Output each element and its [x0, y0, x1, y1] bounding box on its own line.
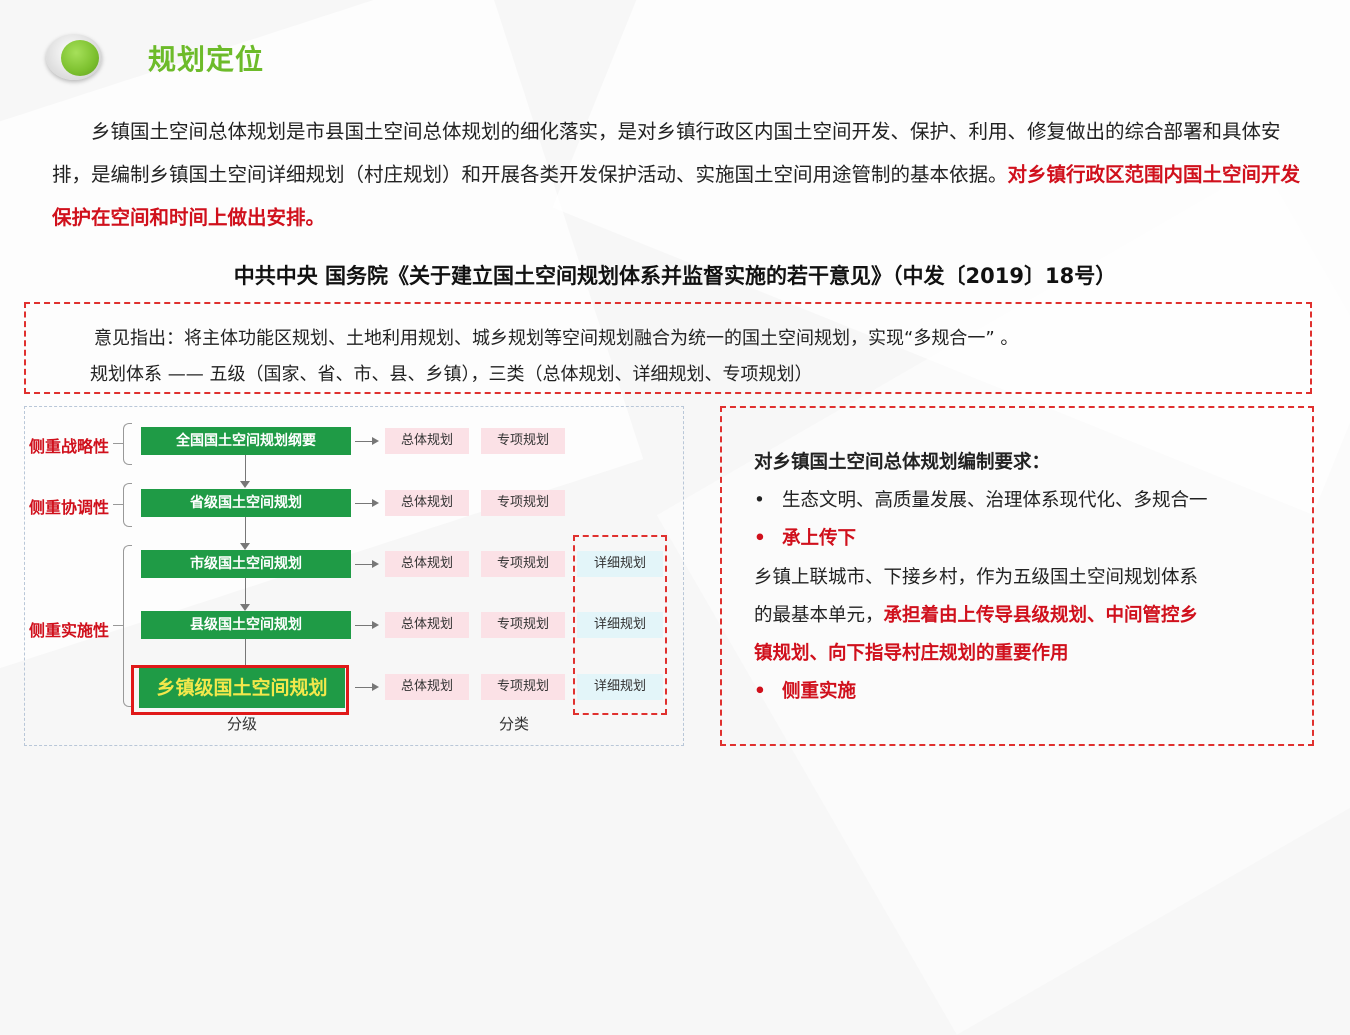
type-arrow: [355, 499, 379, 507]
overall-plan-box: 总体规划: [385, 428, 469, 454]
level-city: 市级国土空间规划: [141, 550, 351, 578]
special-plan-box: 专项规划: [481, 612, 565, 638]
special-plan-box: 专项规划: [481, 428, 565, 454]
brace-connector: [113, 443, 123, 444]
detailed-plan-box: 详细规划: [577, 612, 663, 638]
requirements-box: 对乡镇国土空间总体规划编制要求： • 生态文明、高质量发展、治理体系现代化、多规合…: [720, 406, 1314, 746]
bullet-icon: •: [754, 681, 766, 702]
type-arrow: [355, 437, 379, 445]
detailed-plan-box: 详细规划: [577, 551, 663, 577]
flow-line: [245, 517, 246, 545]
special-plan-box: 专项规划: [481, 674, 565, 700]
special-plan-box: 专项规划: [481, 490, 565, 516]
type-arrow: [355, 560, 379, 568]
brace: [123, 483, 132, 527]
flow-line: [245, 639, 246, 667]
brace: [123, 423, 132, 465]
caption-types: 分类: [499, 715, 530, 733]
requirement-paragraph: 的最基本单元，承担着由上传导县级规划、中间管控乡: [754, 605, 1199, 626]
overall-plan-box: 总体规划: [385, 674, 469, 700]
overall-plan-box: 总体规划: [385, 490, 469, 516]
opinion-box: 意见指出：将主体功能区规划、土地利用规划、城乡规划等空间规划融合为统一的国土空间…: [24, 302, 1312, 394]
level-county: 县级国土空间规划: [141, 611, 351, 639]
flow-line: [245, 578, 246, 606]
planning-system-diagram: 侧重战略性 侧重协调性 侧重实施性 全国国土空间规划纲要 省级国土空间规划 市级…: [24, 406, 684, 746]
requirement-item: • 生态文明、高质量发展、治理体系现代化、多规合一: [754, 490, 1208, 511]
requirement-item: • 承上传下: [754, 528, 857, 549]
flow-arrow: [240, 543, 250, 550]
flow-line: [245, 455, 246, 483]
overall-plan-box: 总体规划: [385, 612, 469, 638]
opinion-line-1: 意见指出：将主体功能区规划、土地利用规划、城乡规划等空间规划融合为统一的国土空间…: [94, 328, 1019, 349]
brace-connector: [113, 625, 123, 626]
document-title: 中共中央 国务院《关于建立国土空间规划体系并监督实施的若干意见》（中发〔2019…: [233, 264, 1117, 288]
detailed-plan-box: 详细规划: [577, 674, 663, 700]
type-arrow: [355, 621, 379, 629]
bullet-icon: •: [754, 528, 766, 549]
brace-connector: [113, 504, 123, 505]
overall-plan-box: 总体规划: [385, 551, 469, 577]
requirement-paragraph: 镇规划、向下指导村庄规划的重要作用: [754, 643, 1069, 664]
section-logo-icon: [46, 34, 104, 82]
opinion-line-2: 规划体系 —— 五级（国家、省、市、县、乡镇），三类（总体规划、详细规划、专项规…: [90, 364, 813, 385]
label-coordinative: 侧重协调性: [29, 498, 110, 517]
intro-paragraph: 乡镇国土空间总体规划是市县国土空间总体规划的细化落实，是对乡镇行政区内国土空间开…: [52, 110, 1304, 239]
bullet-icon: •: [754, 490, 765, 511]
label-strategic: 侧重战略性: [29, 437, 110, 456]
level-national: 全国国土空间规划纲要: [141, 427, 351, 455]
requirements-heading: 对乡镇国土空间总体规划编制要求：: [754, 452, 1051, 473]
special-plan-box: 专项规划: [481, 551, 565, 577]
level-provincial: 省级国土空间规划: [141, 489, 351, 517]
flow-arrow: [240, 481, 250, 488]
label-implementation: 侧重实施性: [29, 621, 110, 640]
requirement-item: • 侧重实施: [754, 681, 857, 702]
level-township: 乡镇级国土空间规划: [139, 668, 345, 708]
type-arrow: [355, 683, 379, 691]
flow-arrow: [240, 604, 250, 611]
requirement-paragraph: 乡镇上联城市、下接乡村，作为五级国土空间规划体系: [754, 567, 1199, 588]
page-title: 规划定位: [148, 43, 265, 76]
caption-levels: 分级: [227, 715, 258, 733]
